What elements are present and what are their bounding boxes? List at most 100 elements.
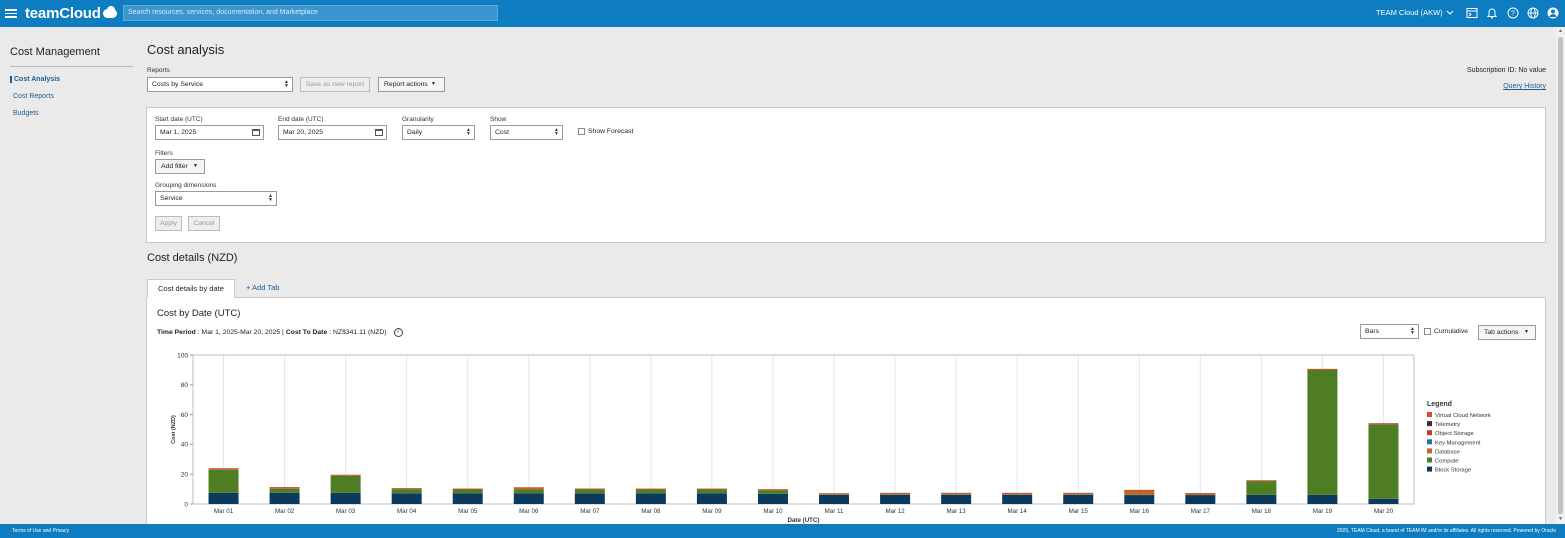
bar-segment — [696, 493, 727, 504]
show-forecast-label: Show Forecast — [588, 128, 634, 135]
bar-segment — [635, 489, 666, 494]
apply-button[interactable]: Apply — [155, 216, 182, 231]
menu-icon[interactable] — [5, 9, 17, 18]
x-tick-label: Mar 10 — [763, 508, 783, 515]
bar-segment — [635, 493, 666, 504]
bar-segment — [1246, 494, 1277, 504]
page-title: Cost analysis — [147, 42, 225, 57]
scrollbar-thumb[interactable] — [1558, 37, 1563, 514]
bar-segment — [574, 493, 605, 504]
bar-segment — [941, 494, 972, 495]
add-tab-button[interactable]: + Add Tab — [238, 279, 287, 298]
bar-segment — [513, 493, 544, 504]
bar-segment — [513, 489, 544, 494]
grouping-select[interactable]: Service ▲ ▼ — [155, 191, 277, 206]
x-tick-label: Mar 13 — [946, 508, 966, 515]
x-tick-label: Mar 07 — [580, 508, 600, 515]
show-select[interactable]: Cost ▲ ▼ — [490, 125, 563, 140]
scroll-down-icon[interactable]: ▼ — [1558, 516, 1563, 522]
bar-segment — [1307, 369, 1338, 495]
top-header: teamCloud Search resources, services, do… — [0, 0, 1565, 27]
show-forecast-toggle[interactable]: Show Forecast — [578, 128, 633, 135]
subscription-id: Subscription ID: No value — [1467, 67, 1546, 74]
add-filter-button[interactable]: Add filter ▼ — [155, 159, 205, 174]
y-tick-label: 100 — [177, 352, 188, 359]
help-icon[interactable]: ? — [1507, 7, 1519, 19]
x-tick-label: Mar 05 — [458, 508, 478, 515]
tenant-selector[interactable]: TEAM Cloud (AKW) — [1376, 8, 1454, 17]
legend-item: Telemetry — [1435, 422, 1460, 428]
legend-item: Database — [1435, 449, 1460, 455]
y-tick-label: 0 — [184, 501, 188, 508]
cost-by-date-chart: 0 20 40 60 80 100 Cost (NZD) Mar 01 Mar 02 Mar 03… — [171, 352, 1491, 524]
y-tick-label: 80 — [181, 382, 189, 389]
bar-segment — [696, 488, 727, 490]
bar-segment — [1002, 492, 1033, 494]
x-tick-label: Mar 01 — [214, 508, 234, 515]
legend-item: Block Storage — [1435, 468, 1471, 474]
console-icon[interactable] — [1466, 7, 1478, 19]
bar-segment — [757, 490, 788, 494]
y-axis-label: Cost (NZD) — [171, 415, 177, 444]
brand-logo[interactable]: teamCloud — [25, 5, 117, 22]
legend-swatch — [1427, 412, 1432, 417]
calendar-icon[interactable] — [375, 129, 383, 136]
bar-segment — [330, 475, 361, 493]
footer: Terms of Use and Privacy 2025, TEAM Clou… — [0, 524, 1565, 538]
end-date-field[interactable]: Mar 20, 2025 — [278, 125, 387, 140]
sidebar-item-cost-analysis[interactable]: Cost Analysis — [10, 76, 60, 83]
cancel-button[interactable]: Cancel — [188, 216, 220, 231]
legend-item: Virtual Cloud Network — [1435, 413, 1491, 419]
x-tick-label: Mar 02 — [275, 508, 295, 515]
sidebar-item-budgets[interactable]: Budgets — [10, 110, 39, 117]
x-tick-label: Mar 08 — [641, 508, 661, 515]
bar-segment — [330, 492, 361, 504]
calendar-icon[interactable] — [252, 129, 260, 136]
page-scrollbar[interactable]: ▲ ▼ — [1556, 27, 1565, 524]
language-globe-icon[interactable] — [1527, 7, 1539, 19]
search-input[interactable]: Search resources, services, documentatio… — [123, 5, 498, 21]
granularity-select[interactable]: Daily ▲ ▼ — [402, 125, 475, 140]
bar-segment — [1307, 494, 1338, 504]
bar-segment — [574, 489, 605, 494]
query-history-link[interactable]: Query History — [1503, 83, 1546, 90]
bar-segment — [269, 488, 300, 493]
legend-item: Compute — [1435, 459, 1459, 465]
x-tick-label: Mar 15 — [1069, 508, 1089, 515]
show-value: Cost — [495, 129, 509, 136]
show-forecast-checkbox[interactable] — [578, 128, 585, 135]
report-select[interactable]: Costs by Service ▲ ▼ — [147, 77, 293, 92]
legend-item: Object Storage — [1435, 431, 1474, 437]
user-profile-icon[interactable] — [1547, 7, 1559, 19]
report-actions-button[interactable]: Report actions ▼ — [378, 77, 445, 92]
notifications-bell-icon[interactable] — [1486, 7, 1498, 19]
tenant-name: TEAM Cloud (AKW) — [1376, 8, 1443, 17]
bar-segment — [1246, 481, 1277, 495]
x-tick-label: Mar 20 — [1374, 508, 1394, 515]
bar-segment — [269, 492, 300, 504]
filter-panel: Start date (UTC) Mar 1, 2025 End date (U… — [146, 107, 1546, 243]
y-tick-label: 60 — [181, 412, 189, 419]
bar-segment — [513, 487, 544, 488]
x-tick-label: Mar 06 — [519, 508, 539, 515]
scroll-up-icon[interactable]: ▲ — [1558, 28, 1563, 34]
bar-segment — [452, 493, 483, 504]
tab-cost-details-by-date[interactable]: Cost details by date — [147, 279, 235, 298]
sidebar-item-cost-reports[interactable]: Cost Reports — [10, 93, 54, 100]
bar-segment — [819, 493, 850, 494]
save-as-new-report-button[interactable]: Save as new report — [300, 77, 370, 92]
end-date-label: End date (UTC) — [278, 116, 324, 123]
legend-swatch — [1427, 448, 1432, 454]
grouping-value: Service — [160, 195, 183, 202]
bar-segment — [1368, 498, 1399, 504]
bar-segment — [1124, 495, 1155, 504]
y-tick-label: 20 — [181, 472, 189, 479]
terms-link[interactable]: Terms of Use and Privacy — [12, 528, 69, 534]
start-date-field[interactable]: Mar 1, 2025 — [155, 125, 264, 140]
x-tick-label: Mar 12 — [885, 508, 905, 515]
legend-title: Legend — [1427, 401, 1452, 408]
bar-segment — [391, 493, 422, 504]
x-tick-label: Mar 03 — [336, 508, 356, 515]
bar-segment — [757, 493, 788, 504]
bar-segment — [391, 488, 422, 489]
